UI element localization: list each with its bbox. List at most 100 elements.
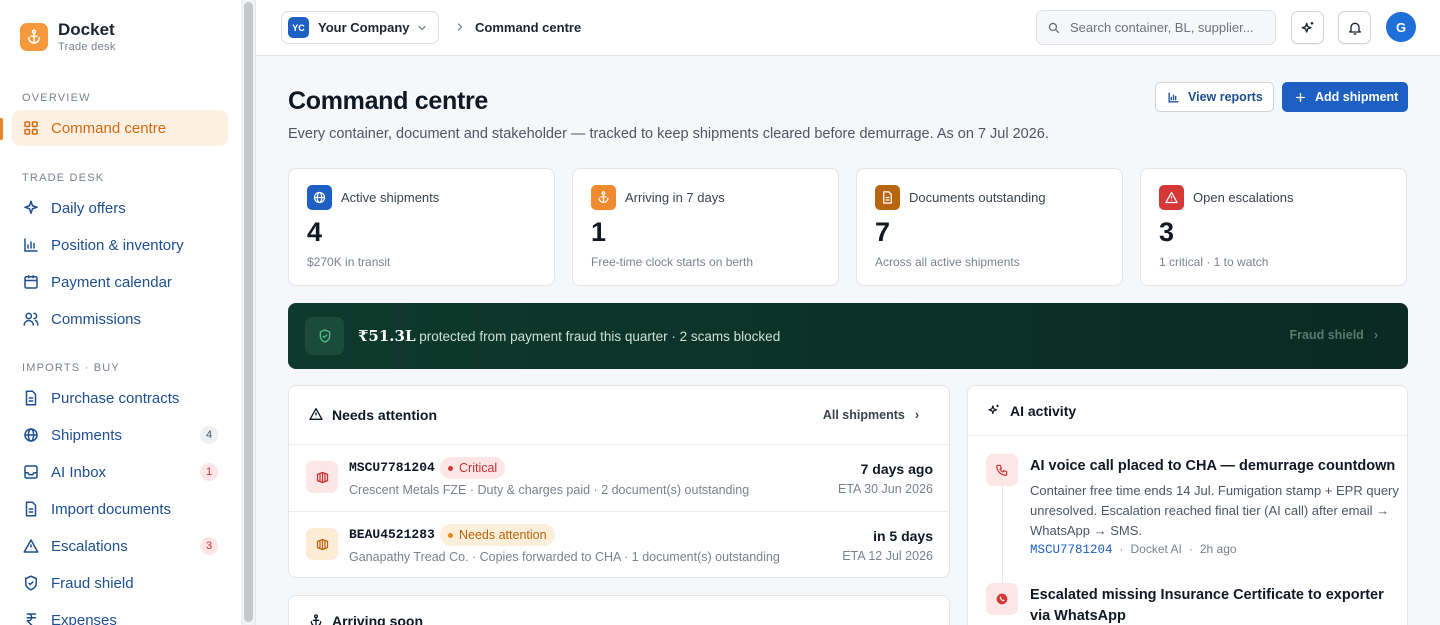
sidebar-item-escalations[interactable]: Escalations 3 xyxy=(12,528,228,564)
container-code: BEAU4521283 xyxy=(349,527,435,542)
sidebar-item-label: Expenses xyxy=(51,611,117,625)
stat-label: Open escalations xyxy=(1193,190,1294,205)
activity-source: Docket AI xyxy=(1130,542,1182,556)
stat-value: 7 xyxy=(875,217,891,247)
anchor-logo-icon xyxy=(20,23,48,51)
fraud-shield-link-label: Fraud shield xyxy=(1289,328,1364,342)
stat-value: 1 xyxy=(591,217,607,247)
stat-value: 4 xyxy=(307,217,323,247)
stat-subtext: $270K in transit xyxy=(307,255,391,269)
stat-card-arriving[interactable]: Arriving in 7 days 1 Free-time clock sta… xyxy=(572,168,839,286)
bell-icon xyxy=(1348,22,1361,35)
status-label: Needs attention xyxy=(459,528,547,542)
stat-card-escalations[interactable]: Open escalations 3 1 critical · 1 to wat… xyxy=(1140,168,1407,286)
table-row[interactable]: BEAU4521283 Needs attention Ganapathy Tr… xyxy=(289,511,949,577)
activity-meta: MSCU7781204 · Docket AI · 2h ago xyxy=(1030,542,1237,557)
fraud-amount: ₹51.3L xyxy=(358,327,416,345)
ai-assistant-button[interactable] xyxy=(1291,11,1324,44)
activity-ref-link[interactable]: MSCU7781204 xyxy=(1030,543,1113,557)
fraud-shield-link[interactable]: Fraud shield › xyxy=(1290,328,1379,342)
table-row[interactable]: MSCU7781204 Critical Crescent Metals FZE… xyxy=(289,444,949,511)
count-badge: 4 xyxy=(200,426,218,444)
warning-icon xyxy=(23,539,39,553)
needs-attention-title: Needs attention xyxy=(332,407,438,423)
brand[interactable]: Docket Trade desk xyxy=(20,20,116,54)
notifications-button[interactable] xyxy=(1338,11,1371,44)
company-switcher[interactable]: YC Your Company xyxy=(281,11,439,44)
sidebar-item-label: Import documents xyxy=(51,500,172,518)
shield-icon xyxy=(25,575,37,591)
status-label: Critical xyxy=(459,461,498,475)
file-icon xyxy=(25,390,37,406)
add-shipment-button[interactable]: Add shipment xyxy=(1282,82,1408,112)
ai-activity-title: AI activity xyxy=(1010,403,1077,419)
sidebar-item-label: Purchase contracts xyxy=(51,389,180,407)
company-name: Your Company xyxy=(318,20,410,35)
scrollbar-thumb[interactable] xyxy=(244,2,253,622)
sidebar-item-label: Position & inventory xyxy=(51,236,184,254)
stat-label: Documents outstanding xyxy=(909,190,1046,205)
search-box[interactable] xyxy=(1036,10,1276,45)
inbox-icon xyxy=(24,465,38,479)
container-icon xyxy=(306,461,338,493)
view-reports-button[interactable]: View reports xyxy=(1155,82,1274,112)
row-description: Ganapathy Tread Co. · Copies forwarded t… xyxy=(349,550,780,564)
all-shipments-link[interactable]: All shipments › xyxy=(823,408,919,422)
sidebar-item-ai-inbox[interactable]: AI Inbox 1 xyxy=(12,454,228,490)
sidebar-item-label: Command centre xyxy=(51,119,167,137)
stat-subtext: Free-time clock starts on berth xyxy=(591,255,754,269)
activity-time: 2h ago xyxy=(1199,542,1237,556)
sidebar-item-position-inventory[interactable]: Position & inventory xyxy=(12,227,228,263)
sparkle-icon xyxy=(24,200,38,214)
sidebar-item-commissions[interactable]: Commissions xyxy=(12,301,228,337)
app: Docket Trade desk OVERVIEW Command centr… xyxy=(0,0,1440,625)
sidebar-scrollbar[interactable] xyxy=(241,0,256,625)
row-description: Crescent Metals FZE · Duty & charges pai… xyxy=(349,483,750,497)
anchor-icon xyxy=(310,614,322,625)
stat-subtext: 1 critical · 1 to watch xyxy=(1159,255,1269,269)
arriving-soon-title: Arriving soon xyxy=(332,613,424,625)
phone-icon xyxy=(986,454,1018,486)
sidebar-item-fraud-shield[interactable]: Fraud shield xyxy=(12,565,228,601)
sidebar-item-shipments[interactable]: Shipments 4 xyxy=(12,417,228,453)
activity-title[interactable]: Escalated missing Insurance Certificate … xyxy=(1030,585,1400,625)
count-badge: 3 xyxy=(200,537,218,555)
user-avatar[interactable]: G xyxy=(1386,12,1416,42)
sidebar-item-purchase-contracts[interactable]: Purchase contracts xyxy=(12,380,228,416)
stat-card-active-shipments[interactable]: Active shipments 4 $270K in transit xyxy=(288,168,555,286)
all-shipments-label: All shipments xyxy=(822,408,905,422)
search-icon xyxy=(1048,22,1060,34)
add-shipment-label: Add shipment xyxy=(1315,90,1399,104)
activity-title[interactable]: AI voice call placed to CHA — demurrage … xyxy=(1030,456,1395,477)
topbar: YC Your Company Command centre G xyxy=(256,0,1440,56)
chevron-right-icon xyxy=(457,23,463,31)
count-badge: 1 xyxy=(200,463,218,481)
shield-check-icon xyxy=(305,317,344,355)
needs-attention-card: Needs attention All shipments › MSCU77812… xyxy=(288,385,950,578)
stat-value: 3 xyxy=(1159,217,1175,247)
sidebar-item-command-centre[interactable]: Command centre xyxy=(12,110,228,146)
stat-card-documents[interactable]: Documents outstanding 7 Across all activ… xyxy=(856,168,1123,286)
page-title: Command centre xyxy=(288,87,489,115)
status-badge: Critical xyxy=(440,457,506,479)
divider xyxy=(968,435,1407,436)
chevron-right-icon: › xyxy=(914,408,919,422)
document-icon xyxy=(875,185,900,210)
bar-chart-icon xyxy=(24,238,38,252)
sidebar-item-expenses[interactable]: Expenses xyxy=(12,602,228,625)
sidebar-item-label: Fraud shield xyxy=(51,574,134,592)
stat-label: Arriving in 7 days xyxy=(625,190,725,205)
search-input[interactable] xyxy=(1070,20,1270,35)
rupee-icon xyxy=(26,613,37,625)
activity-body: Container free time ends 14 Jul. Fumigat… xyxy=(1030,483,1399,538)
bar-chart-icon xyxy=(1168,91,1179,103)
main-content: Command centre Every container, document… xyxy=(256,56,1440,625)
stat-label: Active shipments xyxy=(341,190,440,205)
whatsapp-icon xyxy=(986,583,1018,615)
sidebar-item-payment-calendar[interactable]: Payment calendar xyxy=(12,264,228,300)
section-overview: OVERVIEW xyxy=(22,92,91,104)
sidebar-item-import-documents[interactable]: Import documents xyxy=(12,491,228,527)
section-trade-desk: TRADE DESK xyxy=(22,172,105,184)
sidebar-item-daily-offers[interactable]: Daily offers xyxy=(12,190,228,226)
sidebar-item-label: Payment calendar xyxy=(51,273,172,291)
